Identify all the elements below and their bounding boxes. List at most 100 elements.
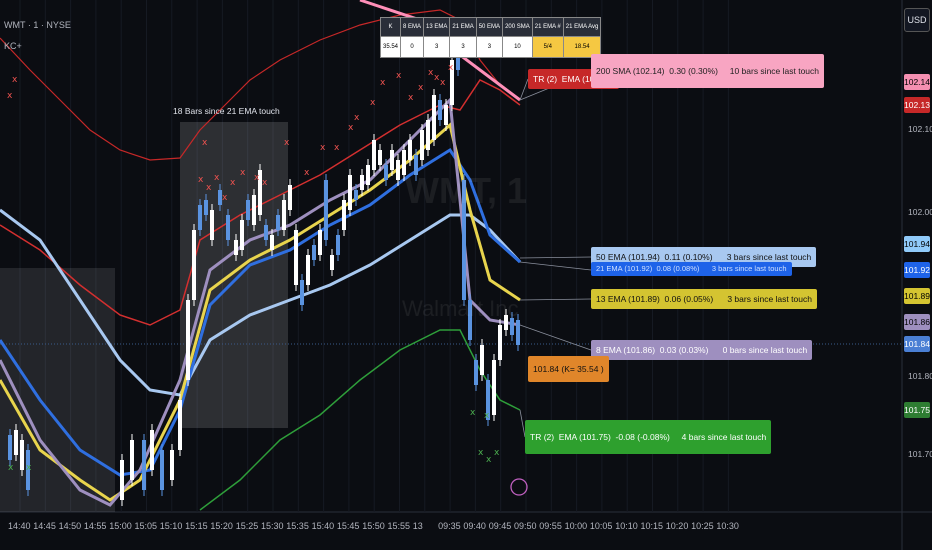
touch-marker-x: x [494, 448, 500, 458]
touch-marker-x: x [478, 448, 484, 458]
candle-body [150, 430, 154, 470]
currency-button[interactable]: USD [904, 8, 930, 32]
candle-body [318, 230, 322, 255]
time-axis-label: 15:15 [185, 521, 208, 531]
price-badge-ema50: 101.94 [904, 236, 930, 252]
candle-body [432, 95, 436, 140]
stats-header-cell: K [379, 17, 402, 37]
candle-body [384, 165, 388, 180]
candle-body [312, 245, 316, 260]
candle-body [246, 200, 250, 220]
touch-marker-x: x [198, 175, 204, 185]
touch-marker-x: x [8, 463, 14, 473]
candle-body [198, 205, 202, 230]
candle-body [492, 360, 496, 415]
time-axis-label: 15:00 [109, 521, 132, 531]
stats-value-cell: 5/4 [531, 36, 564, 58]
candle-body [264, 225, 268, 240]
candle-body [192, 230, 196, 300]
time-axis-label: 10:30 [716, 521, 739, 531]
time-axis-label: 09:45 [488, 521, 512, 531]
candle-body [14, 430, 18, 455]
touch-marker-x: x [7, 91, 13, 101]
stats-value-cell: 3 [449, 36, 477, 58]
touch-marker-x: x [396, 71, 402, 81]
price-badge-last: 101.84 [904, 336, 930, 352]
candle-body [276, 215, 280, 230]
touch-marker-x: x [418, 83, 424, 93]
touch-marker-x: x [26, 463, 32, 473]
indicator-label[interactable]: KC+ [4, 41, 22, 51]
stats-header-cell: 200 SMA [502, 17, 533, 37]
stats-value-cell: 0 [400, 36, 425, 58]
time-axis-label: 10:00 [564, 521, 588, 531]
time-axis-label: 14:55 [83, 521, 107, 531]
candle-body [8, 435, 12, 460]
stats-value-row: 35.54 0 3 3 3 10 5/4 18.54 [379, 36, 602, 58]
price-badge-ema13: 101.89 [904, 288, 930, 304]
touch-box [0, 268, 115, 512]
touch-marker-x: x [240, 168, 246, 178]
candle-body [240, 220, 244, 250]
candle-body [178, 400, 182, 450]
candle-body [210, 210, 214, 240]
stats-table: K 8 EMA 13 EMA 21 EMA 50 EMA 200 SMA 21 … [379, 17, 602, 58]
candle-body [270, 235, 274, 250]
candle-body [474, 360, 478, 385]
stats-value-cell: 3 [423, 36, 451, 58]
touch-marker-x: x [222, 193, 228, 203]
candle-body [324, 180, 328, 240]
touch-marker-x: x [370, 98, 376, 108]
time-axis-label: 15:35 [286, 521, 309, 531]
stats-header-row: K 8 EMA 13 EMA 21 EMA 50 EMA 200 SMA 21 … [379, 17, 602, 37]
price-k-tag: 101.84 (K= 35.54 ) [528, 356, 609, 382]
time-axis-label: 13 [412, 521, 423, 531]
candle-body [300, 280, 304, 305]
touch-marker-x: x [202, 138, 208, 148]
candle-body [498, 325, 502, 360]
time-axis-label: 09:55 [539, 521, 562, 531]
touch-marker-x: x [470, 408, 476, 418]
time-axis-label: 15:25 [235, 521, 259, 531]
candle-body [366, 165, 370, 185]
candle-body [294, 230, 298, 285]
candle-body [130, 440, 134, 480]
stats-header-cell: 50 EMA [475, 17, 504, 37]
touch-marker-x: x [380, 78, 386, 88]
time-axis-label: 15:40 [311, 521, 335, 531]
touch-marker-x: x [448, 63, 454, 73]
touch-marker-x: x [262, 178, 268, 188]
candle-body [20, 440, 24, 470]
stats-header-cell: 8 EMA [400, 17, 425, 37]
stats-value-cell: 35.54 [379, 36, 402, 58]
candle-body [336, 235, 340, 255]
candle-body [408, 140, 412, 160]
candle-body [306, 255, 310, 285]
symbol-title[interactable]: WMT · 1 · NYSE [4, 20, 71, 30]
candle-body [354, 190, 358, 200]
candle-body [378, 150, 382, 165]
time-axis-label: 14:50 [58, 521, 82, 531]
touch-marker-x: x [334, 143, 340, 153]
touch-marker-x: x [254, 173, 260, 183]
price-badge-ema8: 101.86 [904, 314, 930, 330]
time-axis-label: 09:35 [438, 521, 461, 531]
stats-header-cell: 13 EMA [423, 17, 451, 37]
time-axis-label: 10:10 [615, 521, 638, 531]
time-axis-label: 14:45 [33, 521, 56, 531]
time-axis-label: 15:20 [210, 521, 233, 531]
candle-body [480, 345, 484, 375]
price-axis-label: 102.00 [908, 207, 932, 217]
candle-body [142, 440, 146, 490]
ema13-tag: 13 EMA (101.89) 0.06 (0.05%) 3 bars sinc… [591, 289, 817, 309]
touch-marker-x: x [304, 168, 310, 178]
candle-body [420, 130, 424, 160]
touch-marker-x: x [348, 123, 354, 133]
touch-marker-x: x [408, 93, 414, 103]
time-axis-label: 09:40 [463, 521, 486, 531]
touch-marker-x: x [486, 455, 492, 465]
time-axis-label: 10:15 [640, 521, 664, 531]
touch-marker-x: x [484, 411, 490, 421]
touch-marker-x: x [440, 78, 446, 88]
stats-value-cell: 3 [475, 36, 504, 58]
